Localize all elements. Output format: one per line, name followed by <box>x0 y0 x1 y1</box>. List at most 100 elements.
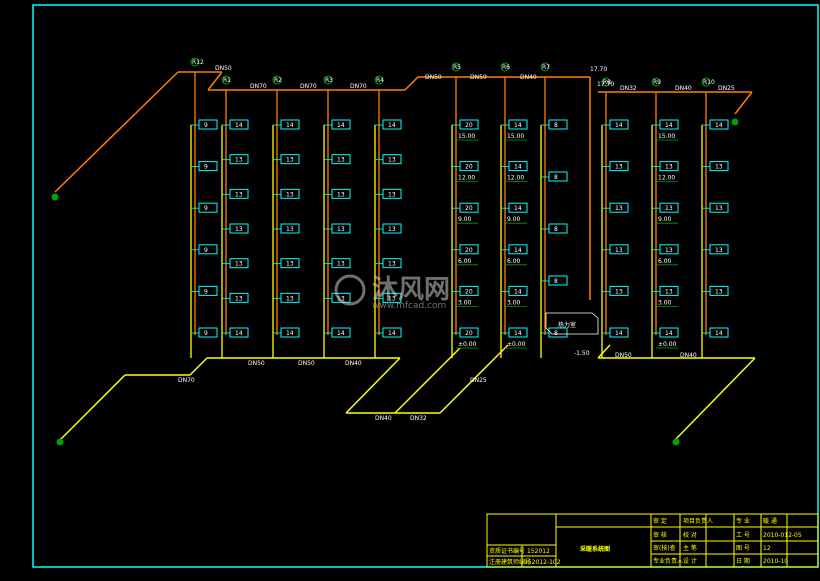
return-pipe <box>59 374 126 441</box>
floor-elevation: 12.00 <box>458 175 475 182</box>
radiator-count: 13 <box>615 288 623 295</box>
radiator-count: 9 <box>204 330 208 337</box>
radiator-count: 14 <box>715 122 723 129</box>
radiator <box>548 327 568 338</box>
riser-id: R7 <box>542 64 550 71</box>
radiator-count: 13 <box>665 164 673 171</box>
floor-elevation: ±0.00 <box>658 341 677 348</box>
title-block-cell: 暖 通 <box>763 517 777 525</box>
pipe-entry-marker <box>731 118 739 126</box>
reg-value: 152012-102 <box>524 559 561 566</box>
watermark: 沐风网 www.mfcad.com <box>334 274 450 311</box>
riser-id: R1 <box>223 77 231 84</box>
riser-id: R3 <box>325 77 333 84</box>
radiator-count: 8 <box>554 330 558 337</box>
radiator <box>548 171 568 182</box>
radiator-count: 8 <box>554 174 558 181</box>
riser-R3: R314131313131314 <box>323 75 351 358</box>
floor-elevation: 12.00 <box>507 175 524 182</box>
radiator-count: 14 <box>665 330 673 337</box>
radiator-count: 14 <box>235 122 243 129</box>
title-block-cell: 审 定 <box>653 517 667 525</box>
riser-id: R2 <box>274 77 282 84</box>
floor-elevation: 15.00 <box>507 133 524 140</box>
riser-R6: R6 14 15.00 14 12.00 14 9.00 14 6.00 14 3.00 14 ±0.0… <box>500 62 528 358</box>
riser-id: R5 <box>453 64 461 71</box>
pipe-entry-marker <box>51 193 59 201</box>
heat-room-label: 热力室 <box>558 321 576 329</box>
radiator-count: 13 <box>615 164 623 171</box>
supply-pipe-label: DN40 <box>520 74 537 81</box>
floor-elevation: 9.00 <box>507 216 521 223</box>
bottom-elevation: -1.50 <box>574 350 590 357</box>
radiator-count: 8 <box>554 122 558 129</box>
drawing-name: 采暖系统图 <box>580 545 610 553</box>
radiator-count: 13 <box>337 261 345 268</box>
radiator-count: 9 <box>204 247 208 254</box>
supply-pipe-label: DN32 <box>620 85 637 92</box>
title-block-cell: 专业负责人 <box>653 557 683 565</box>
radiator-count: 20 <box>465 122 473 129</box>
title-block-cell: 2010-10 <box>763 558 788 565</box>
title-block-cell: 主 笔 <box>683 544 697 552</box>
riser-R4: R414131313131314 <box>374 75 402 358</box>
radiator <box>198 244 218 255</box>
radiator-count: 9 <box>204 122 208 129</box>
floor-elevation: 9.00 <box>658 216 672 223</box>
radiator-count: 8 <box>554 226 558 233</box>
radiator <box>198 285 218 296</box>
title-block-cell: 审(核)查 <box>653 544 676 552</box>
radiator-count: 13 <box>286 191 294 198</box>
floor-elevation: ±0.00 <box>458 341 477 348</box>
radiator-count: 14 <box>514 122 522 129</box>
return-pipe-label: DN32 <box>410 415 427 422</box>
radiator-count: 13 <box>235 226 243 233</box>
radiator-count: 13 <box>235 261 243 268</box>
radiator-count: 9 <box>204 288 208 295</box>
radiator-count: 13 <box>665 288 673 295</box>
return-pipe-label: DN40 <box>345 360 362 367</box>
riser-R9: R9 14 15.00 13 12.00 13 9.00 13 6.00 13 3.00 14 ±0.0… <box>651 77 679 358</box>
supply-pipe-label: DN50 <box>470 74 487 81</box>
riser-R8: R8141313131314 <box>601 77 629 358</box>
radiator-count: 8 <box>554 278 558 285</box>
riser-R7: R7 8 8 8 8 8 <box>540 62 568 358</box>
supply-pipe-label: DN25 <box>718 85 735 92</box>
floor-elevation: 3.00 <box>658 299 672 306</box>
radiator-count: 13 <box>615 205 623 212</box>
radiator-count: 14 <box>665 122 673 129</box>
radiator-count: 13 <box>286 226 294 233</box>
pipe-entry-marker <box>672 438 680 446</box>
radiator-count: 13 <box>286 261 294 268</box>
radiator-count: 20 <box>465 247 473 254</box>
radiator <box>198 119 218 130</box>
radiator-count: 13 <box>235 295 243 302</box>
riser-R5: R5 20 15.00 20 12.00 20 9.00 20 6.00 20 3.00 20 ±0.0… <box>451 62 479 358</box>
radiator-count: 13 <box>388 226 396 233</box>
supply-pipe-label: DN70 <box>350 83 367 90</box>
radiator-count: 14 <box>514 247 522 254</box>
heating-system-diagram: DN50 DN70 DN70 DN70 DN50 DN50 DN40 DN32 DN40 DN25… <box>32 4 819 568</box>
return-pipe-label: DN50 <box>248 360 265 367</box>
floor-elevation: 9.00 <box>458 216 472 223</box>
radiator <box>198 327 218 338</box>
supply-pipe-label: DN70 <box>250 83 267 90</box>
radiator-count: 20 <box>465 330 473 337</box>
radiator-count: 9 <box>204 205 208 212</box>
radiator-count: 13 <box>665 247 673 254</box>
radiator <box>548 223 568 234</box>
supply-pipe-label: DN70 <box>300 83 317 90</box>
riser-id: R10 <box>703 79 715 86</box>
radiator-count: 13 <box>388 191 396 198</box>
radiator-count: 14 <box>514 288 522 295</box>
radiator-count: 14 <box>388 122 396 129</box>
floor-elevation: 6.00 <box>458 258 472 265</box>
return-pipe-label: DN40 <box>680 352 697 359</box>
title-block-cell: 工 号 <box>736 532 750 539</box>
title-block-cell: 审 核 <box>653 531 667 539</box>
supply-pipe <box>54 71 179 193</box>
pipe-entry-marker <box>56 438 64 446</box>
radiator-count: 13 <box>337 226 345 233</box>
radiator-count: 13 <box>337 191 345 198</box>
radiator-count: 13 <box>715 288 723 295</box>
